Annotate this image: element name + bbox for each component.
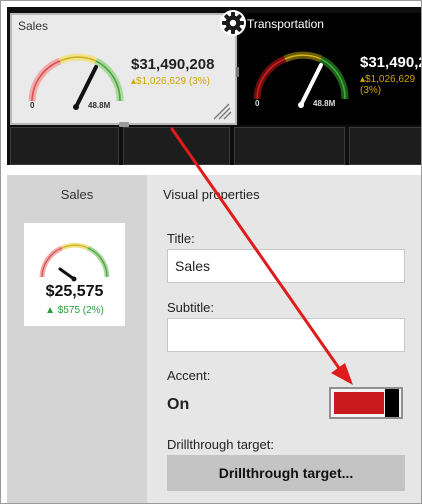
preview-column: Sales $25,575 ▲ $575 (2%)	[7, 175, 147, 503]
visual-properties-column: Visual properties Title: Subtitle: Accen…	[147, 175, 421, 503]
dashboard-strip: Sales 0 48.8M $31,490,208 ▴$1,026,629 (3…	[7, 7, 422, 165]
gear-icon[interactable]	[219, 9, 247, 37]
preview-delta: ▲ $575 (2%)	[45, 305, 104, 316]
resize-grip-icon[interactable]	[212, 102, 232, 120]
tile-transportation[interactable]: Transportation 0 48.8M $31,490,2 ▴$1,026…	[239, 13, 422, 125]
tile-delta: ▴$1,026,629 (3%)	[360, 74, 416, 96]
tile-preview: $25,575 ▲ $575 (2%)	[24, 223, 125, 326]
preview-header: Sales	[60, 187, 94, 202]
drillthrough-button[interactable]: Drillthrough target...	[167, 455, 405, 491]
accent-toggle[interactable]	[329, 387, 403, 419]
toggle-knob[interactable]	[385, 389, 399, 417]
gauge-min-label: 0	[30, 101, 35, 110]
tile-value: $31,490,2	[360, 54, 422, 71]
gauge-icon	[39, 242, 110, 282]
empty-tile-slot[interactable]	[349, 127, 421, 165]
empty-tile-slot[interactable]	[234, 127, 345, 165]
gauge-icon	[28, 53, 124, 110]
tile-title: Transportation	[247, 17, 324, 31]
preview-value: $25,575	[45, 283, 104, 300]
title-input[interactable]	[167, 249, 405, 283]
accent-label: Accent:	[167, 368, 211, 383]
gauge-max-label: 48.8M	[88, 101, 111, 110]
subtitle-label: Subtitle:	[167, 300, 214, 315]
tile-title: Sales	[18, 19, 49, 33]
tile-value: $31,490,208	[131, 56, 215, 73]
accent-color-fill	[334, 392, 384, 414]
gauge-max-label: 48.8M	[313, 99, 336, 108]
subtitle-input[interactable]	[167, 318, 405, 352]
settings-panel: Sales $25,575 ▲ $575 (2%) Visual propert…	[7, 175, 421, 503]
accent-state: On	[167, 396, 190, 413]
empty-tile-slot[interactable]	[10, 127, 119, 165]
empty-tile-slot[interactable]	[123, 127, 230, 165]
app-frame: Sales 0 48.8M $31,490,208 ▴$1,026,629 (3…	[0, 0, 422, 504]
tile-sales[interactable]: Sales 0 48.8M $31,490,208 ▴$1,026,629 (3…	[10, 13, 240, 127]
title-label: Title:	[167, 231, 195, 246]
section-title: Visual properties	[163, 187, 260, 202]
gauge-min-label: 0	[255, 99, 260, 108]
gauge-icon	[253, 51, 349, 108]
tile-delta: ▴$1,026,629 (3%)	[131, 76, 210, 87]
drillthrough-label: Drillthrough target:	[167, 437, 274, 452]
